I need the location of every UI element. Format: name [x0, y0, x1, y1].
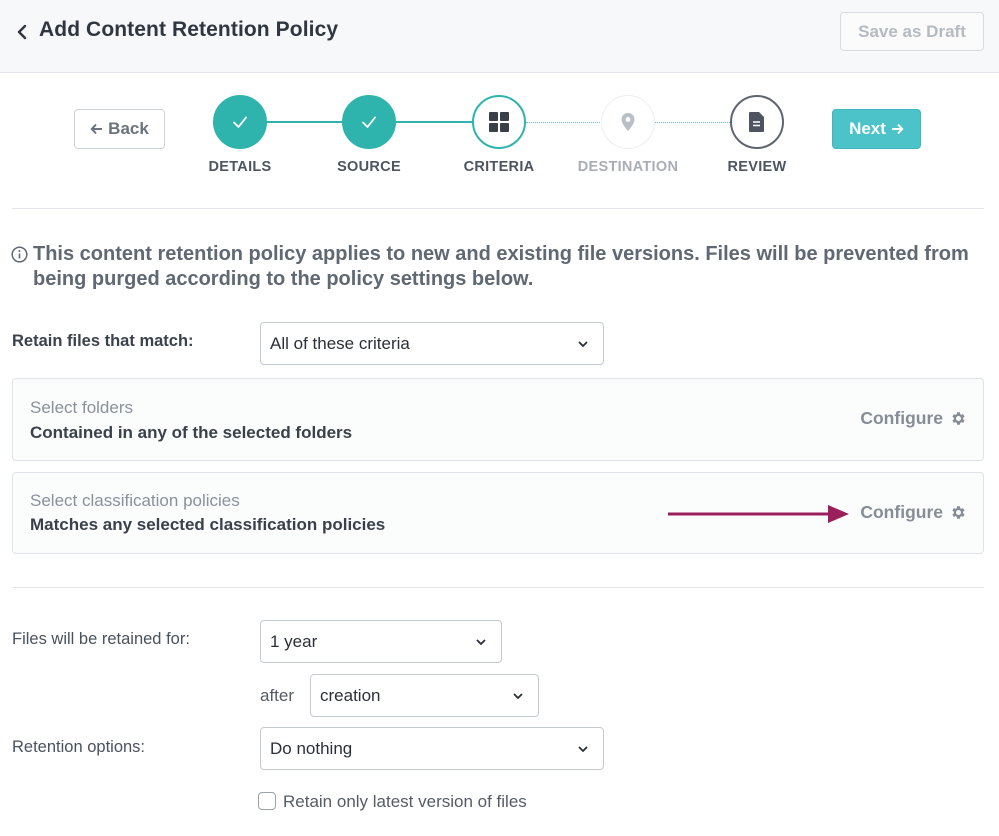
after-label: after — [260, 686, 295, 705]
gear-icon — [952, 506, 965, 519]
location-pin-icon — [621, 113, 635, 131]
step-connector — [654, 122, 730, 123]
step-criteria-label: CRITERIA — [463, 159, 535, 175]
step-connector — [526, 122, 602, 123]
classification-card-subtitle: Matches any selected classification poli… — [30, 515, 386, 534]
step-review-circle — [730, 95, 784, 149]
configure-label: Configure — [860, 502, 943, 522]
arrow-left-icon — [90, 123, 103, 135]
save-as-draft-button[interactable]: Save as Draft — [840, 12, 984, 51]
back-button[interactable]: Back — [74, 109, 165, 149]
back-button-label: Back — [108, 119, 149, 138]
gear-icon — [952, 412, 965, 425]
chevron-down-icon — [578, 341, 588, 347]
step-destination-label: DESTINATION — [577, 159, 679, 175]
step-criteria-circle[interactable] — [472, 95, 526, 149]
configure-folders-button[interactable]: Configure — [860, 408, 967, 429]
configure-label: Configure — [860, 408, 943, 428]
folders-criteria-card: Select folders Contained in any of the s… — [12, 378, 984, 461]
page-header: Add Content Retention Policy Save as Dra… — [0, 0, 999, 73]
page-title: Add Content Retention Policy — [39, 18, 339, 41]
retention-trigger-select[interactable]: creation — [310, 674, 539, 717]
chevron-down-icon — [513, 693, 523, 699]
folders-card-subtitle: Contained in any of the selected folders — [30, 423, 353, 442]
match-label: Retain files that match: — [12, 332, 194, 350]
section-divider — [12, 587, 984, 588]
retention-duration-value: 1 year — [270, 631, 318, 651]
step-details-label: DETAILS — [208, 159, 272, 175]
step-source-circle[interactable] — [342, 95, 396, 149]
annotation-arrow-icon — [668, 505, 849, 523]
back-chevron-icon[interactable] — [14, 22, 32, 42]
configure-classification-button[interactable]: Configure — [860, 502, 967, 523]
retention-options-select[interactable]: Do nothing — [260, 727, 604, 770]
next-button[interactable]: Next — [832, 109, 921, 149]
next-button-label: Next — [849, 119, 886, 138]
step-details-circle[interactable] — [213, 95, 267, 149]
section-divider — [12, 208, 984, 209]
check-icon — [233, 116, 247, 128]
grid-icon — [489, 112, 509, 132]
info-message: This content retention policy applies to… — [33, 243, 969, 290]
retention-duration-select[interactable]: 1 year — [260, 620, 502, 663]
folders-card-title: Select folders — [30, 398, 133, 417]
chevron-down-icon — [476, 639, 486, 645]
arrow-right-icon — [891, 123, 904, 135]
classification-card-title: Select classification policies — [30, 491, 240, 510]
step-connector — [266, 121, 344, 123]
retained-for-label: Files will be retained for: — [12, 630, 190, 648]
retention-options-label: Retention options: — [12, 738, 146, 756]
match-criteria-select[interactable]: All of these criteria — [260, 322, 604, 365]
match-criteria-value: All of these criteria — [270, 333, 410, 353]
step-connector — [396, 121, 474, 123]
latest-version-checkbox-label[interactable]: Retain only latest version of files — [283, 792, 527, 812]
latest-version-checkbox[interactable] — [258, 792, 276, 810]
retention-trigger-value: creation — [320, 685, 381, 705]
check-icon — [362, 116, 376, 128]
document-icon — [749, 112, 764, 132]
step-destination-circle — [601, 95, 655, 149]
chevron-down-icon — [578, 746, 588, 752]
retention-options-value: Do nothing — [270, 738, 353, 758]
step-review-label: REVIEW — [727, 159, 787, 175]
info-icon — [11, 246, 28, 263]
step-source-label: SOURCE — [337, 159, 401, 175]
